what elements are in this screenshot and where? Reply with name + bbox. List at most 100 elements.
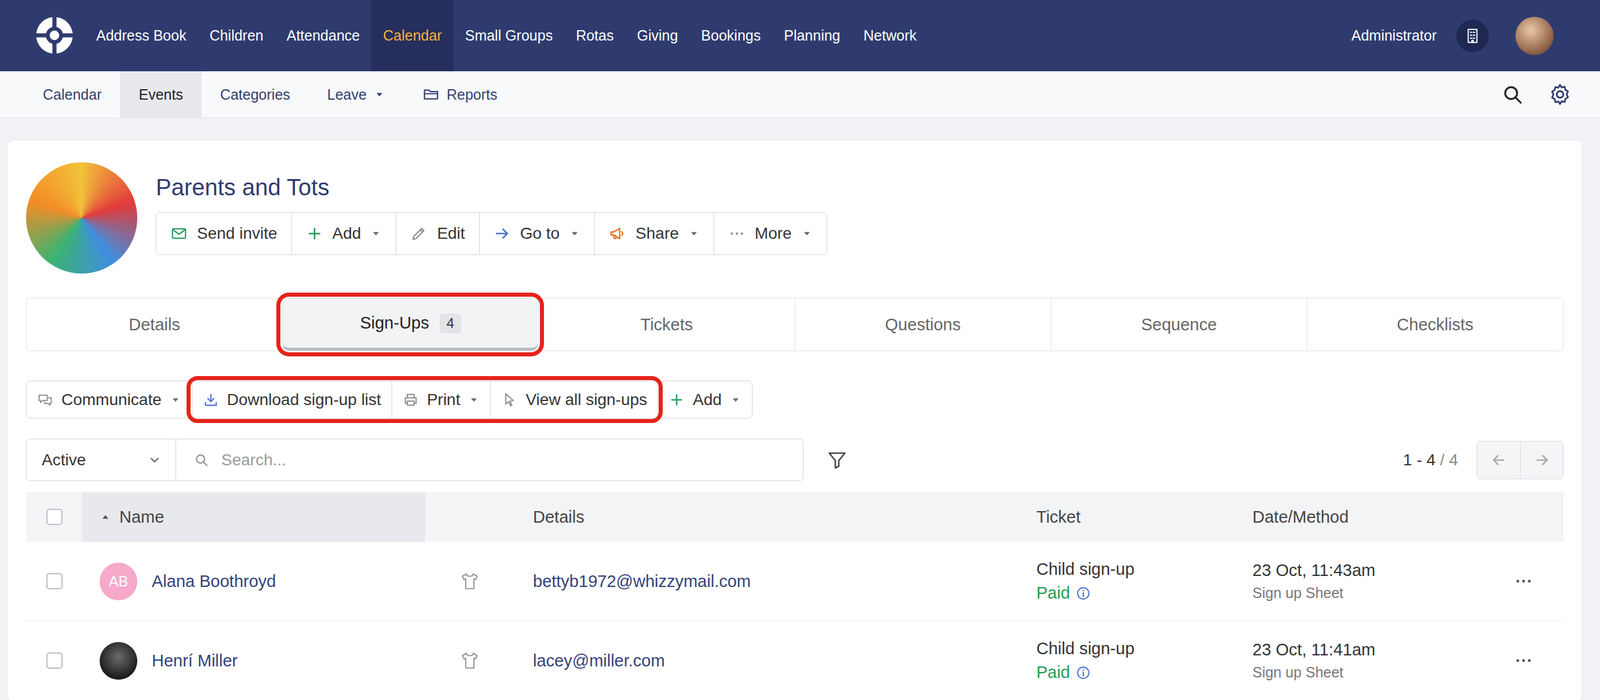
avatar[interactable] — [99, 641, 138, 680]
page-range: 1 - 4 — [1403, 450, 1436, 469]
sub-nav-item[interactable]: Categories — [201, 71, 309, 118]
toolbar-button[interactable]: Print — [391, 381, 491, 418]
toolbar-label[interactable]: Communicate — [61, 390, 162, 409]
toolbar-label[interactable]: Add — [692, 390, 722, 409]
tab-label[interactable]: Tickets — [640, 315, 694, 335]
table-row[interactable]: AB Alana Boothroyd bettyb1972@whizzymail.c… — [26, 541, 1564, 621]
sub-nav-item[interactable]: Events — [119, 71, 202, 118]
logo-icon[interactable] — [35, 16, 74, 55]
nav-item[interactable]: Rotas — [564, 0, 626, 72]
sub-nav-item[interactable]: Reports — [403, 71, 517, 118]
user-avatar[interactable] — [1515, 16, 1554, 56]
tab[interactable]: Details — [26, 298, 283, 351]
select-all-checkbox[interactable] — [46, 508, 63, 525]
ellipsis-icon[interactable] — [1513, 650, 1534, 671]
tab-label[interactable]: Checklists — [1396, 315, 1474, 335]
nav-item[interactable]: Network — [852, 0, 929, 72]
column-label[interactable]: Date/Method — [1252, 507, 1349, 527]
toolbar-button[interactable]: Download sign-up list — [191, 381, 392, 418]
toolbar-label[interactable]: View all sign-ups — [525, 390, 648, 409]
column-header[interactable]: Ticket — [1036, 491, 1253, 542]
tab[interactable]: Sign-Ups4 — [282, 298, 539, 351]
status-value[interactable]: Active — [41, 450, 86, 470]
action-label[interactable]: Add — [332, 224, 362, 243]
tab-label[interactable]: Sequence — [1141, 315, 1218, 335]
tab-label[interactable]: Details — [128, 315, 181, 335]
email-link[interactable]: bettyb1972@whizzymail.com — [532, 571, 751, 591]
action-label[interactable]: Edit — [436, 224, 465, 243]
tab[interactable]: Sequence — [1050, 298, 1307, 351]
nav-item[interactable]: Small Groups — [453, 0, 565, 72]
column-label[interactable]: Name — [119, 507, 164, 527]
sub-nav-item[interactable]: Leave — [308, 71, 404, 118]
next-button[interactable] — [1520, 441, 1563, 479]
tab-label[interactable]: Questions — [885, 315, 962, 335]
plus-icon — [668, 391, 685, 408]
caret-icon — [373, 88, 386, 101]
gear-icon[interactable] — [1547, 82, 1573, 107]
table-header: Name Details Ticket Date/Method — [26, 491, 1564, 542]
sub-nav-label[interactable]: Reports — [446, 86, 498, 104]
action-label[interactable]: Send invite — [196, 224, 278, 243]
column-label[interactable]: Ticket — [1036, 507, 1081, 527]
info-icon[interactable] — [1075, 665, 1091, 681]
sort-icon — [99, 510, 112, 523]
sub-nav-label[interactable]: Leave — [327, 86, 367, 104]
action-button[interactable]: Send invite — [156, 212, 292, 255]
organisation-button[interactable] — [1456, 19, 1489, 53]
tab[interactable]: Checklists — [1306, 298, 1563, 351]
column-header[interactable]: Date/Method — [1252, 491, 1484, 542]
status-select[interactable]: Active — [26, 438, 177, 481]
search-icon[interactable] — [1501, 83, 1524, 106]
table-row[interactable]: Henrí Millerlacey@miller.comChild sign-u… — [26, 620, 1564, 700]
column-header[interactable]: Details — [532, 491, 1037, 542]
toolbar-label[interactable]: Download sign-up list — [227, 390, 382, 409]
filter-icon[interactable] — [826, 449, 848, 471]
nav-item[interactable]: Giving — [625, 0, 690, 72]
action-button[interactable]: Add — [291, 212, 397, 255]
nav-item[interactable]: Calendar — [371, 0, 454, 72]
toolbar-button[interactable]: View all sign-ups — [490, 381, 658, 418]
tab-label[interactable]: Sign-Ups — [359, 313, 429, 333]
column-header[interactable]: Name — [82, 491, 426, 542]
row-checkbox[interactable] — [46, 652, 63, 669]
info-icon[interactable] — [1075, 585, 1091, 601]
user-name[interactable]: Administrator — [1351, 27, 1437, 45]
sub-nav-label[interactable]: Events — [138, 86, 183, 104]
pagination: 1 - 4 / 4 — [1403, 440, 1564, 480]
sub-nav-label[interactable]: Calendar — [42, 86, 102, 104]
action-button[interactable]: Share — [594, 212, 714, 255]
avatar[interactable]: AB — [99, 562, 138, 601]
toolbar-button[interactable]: Communicate — [26, 381, 192, 418]
action-button[interactable]: More — [713, 212, 827, 255]
tshirt-icon[interactable] — [459, 650, 480, 671]
sub-nav-item[interactable]: Calendar — [24, 71, 120, 118]
person-name[interactable]: Alana Boothroyd — [151, 571, 276, 591]
column-label[interactable]: Details — [532, 507, 585, 527]
action-button[interactable]: Edit — [395, 212, 479, 255]
action-label[interactable]: Share — [635, 224, 679, 243]
row-checkbox[interactable] — [46, 572, 63, 590]
cursor-icon — [501, 391, 518, 408]
tshirt-icon[interactable] — [459, 571, 480, 591]
toolbar-button[interactable]: Add — [657, 381, 752, 418]
nav-item[interactable]: Address Book — [84, 0, 199, 72]
search-input[interactable] — [220, 450, 803, 470]
nav-item[interactable]: Attendance — [275, 0, 372, 72]
action-label[interactable]: Go to — [520, 224, 560, 243]
person-name[interactable]: Henrí Miller — [151, 651, 238, 671]
nav-item[interactable]: Planning — [772, 0, 852, 72]
tab[interactable]: Tickets — [538, 298, 795, 351]
action-button[interactable]: Go to — [479, 212, 595, 255]
ellipsis-icon[interactable] — [1513, 571, 1534, 591]
search-field[interactable] — [176, 438, 804, 481]
email-link[interactable]: lacey@miller.com — [532, 651, 666, 671]
action-label[interactable]: More — [754, 224, 792, 243]
nav-item[interactable]: Bookings — [689, 0, 773, 72]
nav-item[interactable]: Children — [198, 0, 276, 72]
sub-nav-label[interactable]: Categories — [220, 86, 291, 104]
toolbar-label[interactable]: Print — [426, 390, 461, 409]
highlight-box: Download sign-up list Print View all sign-… — [191, 381, 658, 418]
prev-button[interactable] — [1477, 441, 1521, 479]
tab[interactable]: Questions — [794, 298, 1051, 351]
